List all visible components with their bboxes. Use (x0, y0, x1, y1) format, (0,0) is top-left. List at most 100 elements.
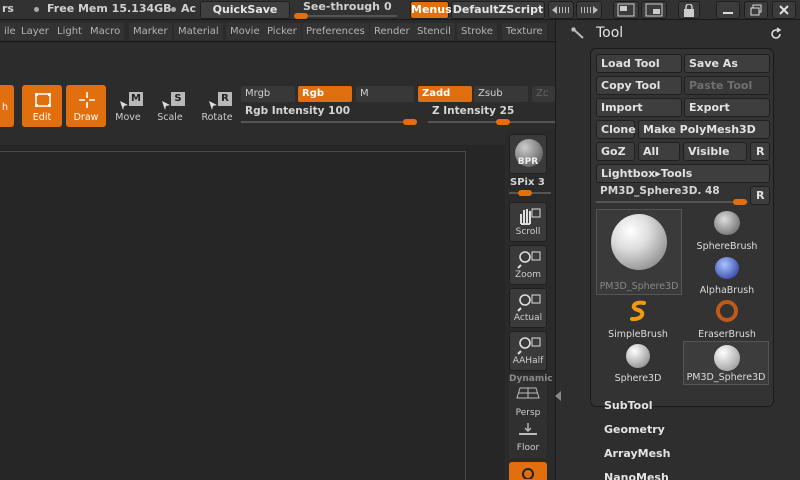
arraymesh-section[interactable]: ArrayMesh (604, 447, 670, 460)
right-shelf: BPR SPix 3 Scroll Zoom Actual AAHalf Dyn… (505, 130, 555, 480)
mrgb-button[interactable]: Mrgb (241, 86, 295, 102)
rotate-button[interactable]: R Rotate (197, 85, 237, 127)
menu-light[interactable]: Light (53, 23, 86, 40)
actual-button[interactable]: Actual (509, 288, 547, 328)
bpr-button[interactable]: BPR (509, 134, 547, 174)
goz-all-button[interactable]: All (638, 142, 680, 161)
tool-thumb-pm3d-sphere3d[interactable]: PM3D_Sphere3D (683, 341, 769, 385)
tool-thumb-alphabrush[interactable]: AlphaBrush (685, 253, 769, 297)
lightbox-tools-button[interactable]: Lightbox▸Tools (596, 164, 770, 183)
goz-visible-button[interactable]: Visible (683, 142, 747, 161)
m-button[interactable]: M (356, 86, 414, 102)
pm3d-sphere3d-icon (714, 345, 740, 371)
tool-thumb-sphere3d[interactable]: Sphere3D (596, 341, 680, 385)
tool-thumb-spherebrush-label: SphereBrush (696, 241, 758, 252)
close-icon[interactable] (772, 1, 796, 19)
edit-button[interactable]: Edit (22, 85, 62, 127)
paste-tool-button[interactable]: Paste Tool (684, 76, 770, 95)
current-tool-slider[interactable]: PM3D_Sphere3D. 48 (596, 184, 748, 206)
eraser-brush-icon (716, 300, 738, 322)
layout-next-icon[interactable] (576, 1, 602, 19)
persp-grid-icon (516, 387, 540, 399)
load-tool-button[interactable]: Load Tool (596, 54, 682, 73)
scroll-label: Scroll (515, 227, 541, 237)
current-tool-r-button[interactable]: R (750, 186, 770, 205)
z-intensity-slider[interactable]: Z Intensity 25 (428, 105, 555, 127)
see-through-knob[interactable] (294, 13, 308, 19)
move-button[interactable]: M Move (108, 85, 148, 127)
scroll-button[interactable]: Scroll (509, 202, 547, 242)
zadd-button[interactable]: Zadd (418, 86, 472, 102)
see-through-track (295, 15, 397, 17)
tool-palette-title: Tool (596, 25, 624, 41)
goz-button[interactable]: GoZ (596, 142, 635, 161)
document-canvas[interactable] (0, 145, 505, 480)
rgb-button[interactable]: Rgb (298, 86, 352, 102)
tool-thumb-simplebrush[interactable]: SimpleBrush (596, 297, 680, 341)
draw-button[interactable]: Draw (66, 85, 106, 127)
sphere-brush-icon (714, 211, 740, 235)
actual-magnifier-icon (517, 294, 541, 312)
menu-macro[interactable]: Macro (86, 23, 125, 40)
top-shelf: h Edit Draw M Move S Scale R Rotate Mrgb… (0, 43, 555, 145)
goz-r-button[interactable]: R (750, 142, 770, 161)
scale-button[interactable]: S Scale (150, 85, 190, 127)
local-button[interactable] (509, 462, 547, 480)
layout-prev-icon[interactable] (548, 1, 574, 19)
menu-material[interactable]: Material (174, 23, 223, 40)
menu-picker[interactable]: Picker (263, 23, 301, 40)
menus-toggle[interactable]: Menus (410, 1, 452, 19)
reset-icon[interactable] (769, 27, 783, 41)
layout-alt-icon[interactable] (641, 1, 667, 19)
tool-thumb-eraserbrush[interactable]: EraserBrush (685, 297, 769, 341)
menu-render[interactable]: Render (370, 23, 414, 40)
tool-thumb-pm3d-sphere3d-label: PM3D_Sphere3D (686, 372, 766, 383)
rgb-intensity-label: Rgb Intensity 100 (245, 105, 351, 117)
lock-icon[interactable] (678, 1, 700, 19)
tool-thumb-spherebrush[interactable]: SphereBrush (685, 209, 769, 253)
zsub-button[interactable]: Zsub (474, 86, 528, 102)
subtool-section[interactable]: SubTool (604, 399, 653, 412)
clone-button[interactable]: Clone (596, 120, 636, 139)
zoom-button[interactable]: Zoom (509, 245, 547, 285)
save-as-button[interactable]: Save As (684, 54, 770, 73)
aahalf-label: AAHalf (512, 356, 544, 366)
aahalf-button[interactable]: AAHalf (509, 331, 547, 371)
z-intensity-knob[interactable] (496, 119, 511, 125)
menu-preferences[interactable]: Preferences (302, 23, 369, 40)
menu-layer[interactable]: Layer (17, 23, 53, 40)
script-button[interactable]: DefaultZScript (451, 1, 545, 19)
menu-marker[interactable]: Marker (129, 23, 172, 40)
menu-movie[interactable]: Movie (226, 23, 264, 40)
copy-tool-button[interactable]: Copy Tool (596, 76, 682, 95)
floor-button[interactable]: Floor (509, 418, 547, 458)
scroll-hand-icon (520, 208, 541, 225)
bpr-label: BPR (517, 157, 539, 167)
quicksave-button[interactable]: QuickSave (200, 1, 290, 19)
draw-icon (79, 92, 95, 108)
persp-button[interactable]: Dynamic Persp (509, 374, 553, 420)
make-polymesh-button[interactable]: Make PolyMesh3D (638, 120, 770, 139)
zcut-button[interactable]: Zc (532, 86, 555, 102)
rgb-intensity-slider[interactable]: Rgb Intensity 100 (241, 105, 417, 127)
layout-icon[interactable] (613, 1, 639, 19)
menu-texture[interactable]: Texture (502, 23, 547, 40)
nanomesh-section[interactable]: NanoMesh (604, 471, 669, 480)
minimize-icon[interactable] (716, 1, 740, 19)
see-through-slider[interactable]: See-through 0 (293, 0, 405, 20)
collapse-arrow-icon[interactable] (554, 390, 562, 402)
local-icon (522, 468, 534, 479)
import-button[interactable]: Import (596, 98, 682, 117)
restore-icon[interactable] (744, 1, 768, 19)
spix-slider[interactable]: SPix 3 (505, 176, 555, 196)
export-button[interactable]: Export (684, 98, 770, 117)
current-tool-label: PM3D_Sphere3D. 48 (600, 185, 720, 197)
left-mode-button[interactable]: h (0, 85, 14, 127)
menu-stencil[interactable]: Stencil (413, 23, 455, 40)
geometry-section[interactable]: Geometry (604, 423, 665, 436)
menu-stroke[interactable]: Stroke (457, 23, 497, 40)
tool-thumb-main[interactable]: PM3D_Sphere3D (596, 209, 682, 295)
spix-knob[interactable] (518, 190, 532, 196)
rgb-intensity-knob[interactable] (403, 119, 417, 125)
current-tool-knob[interactable] (733, 199, 747, 205)
